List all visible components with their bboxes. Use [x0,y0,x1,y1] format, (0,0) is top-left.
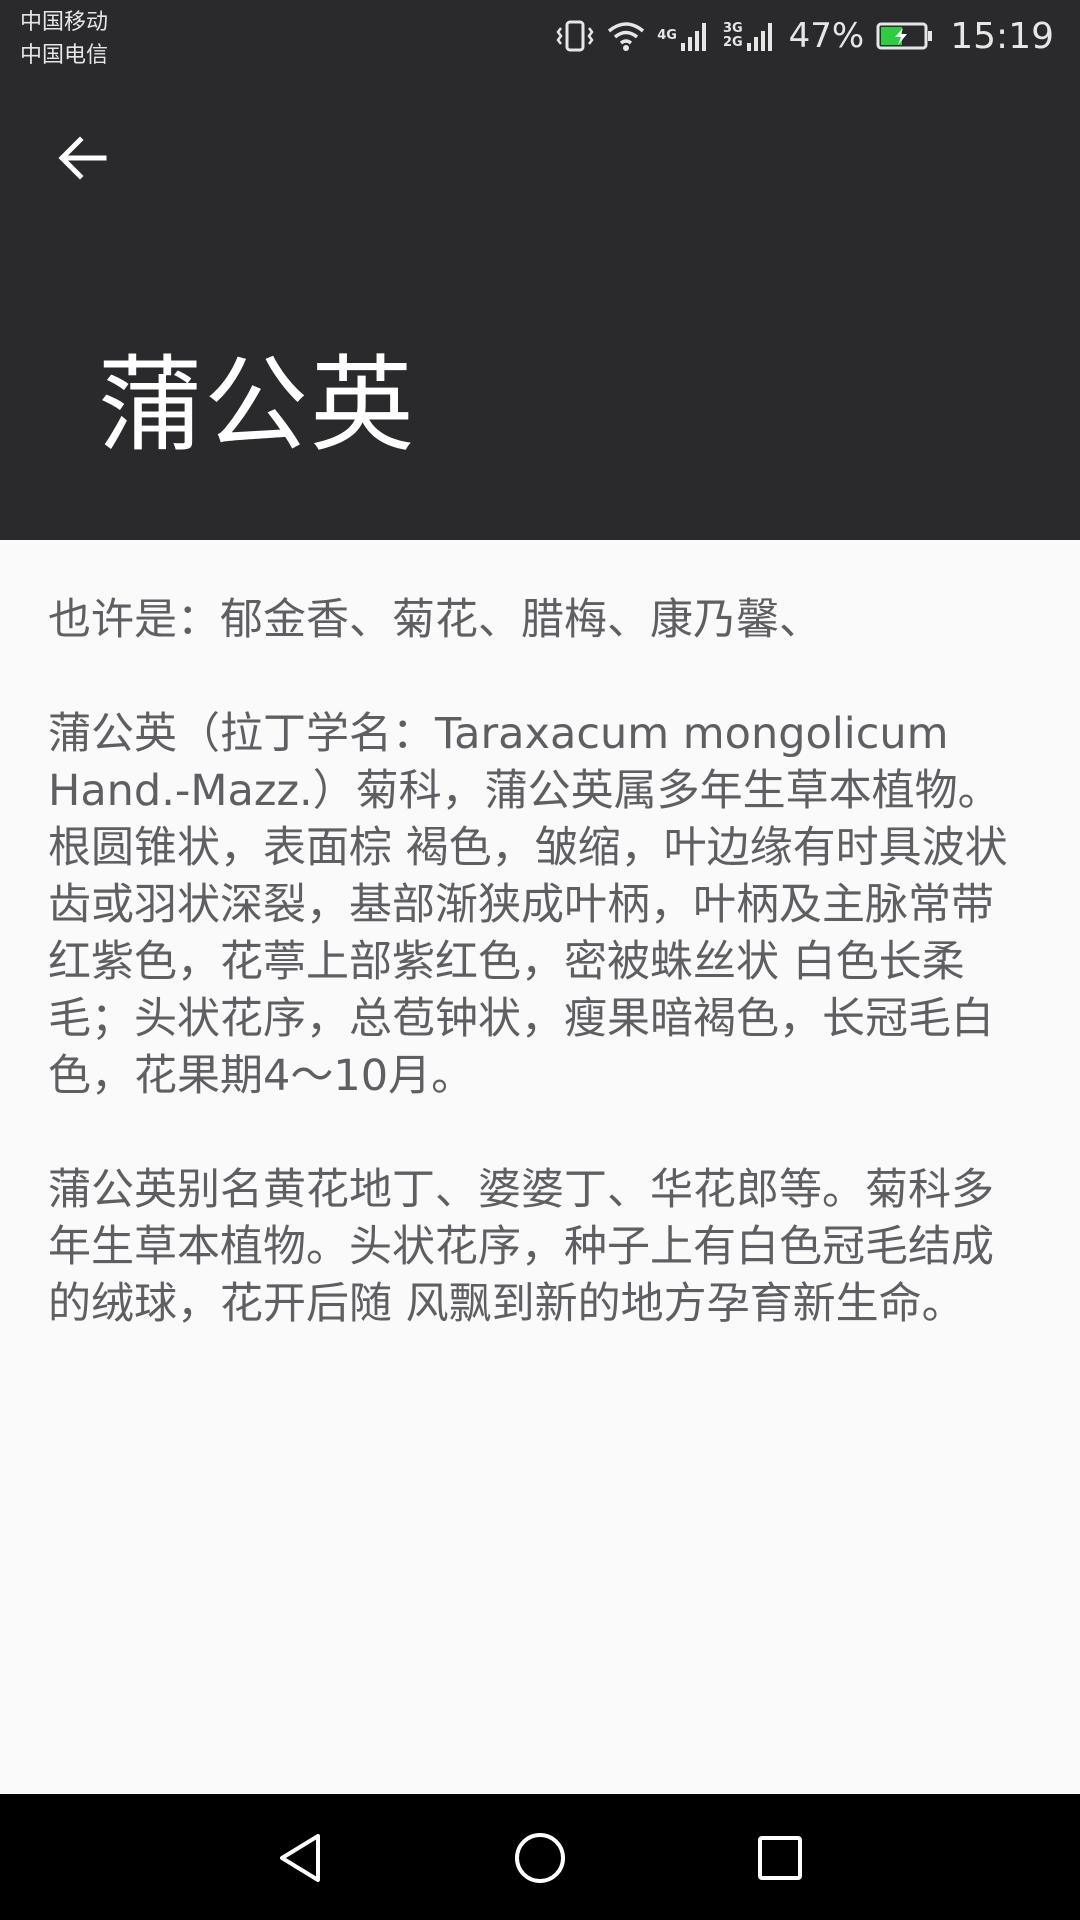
nav-recent-icon [758,1836,802,1880]
nav-back-icon [280,1834,320,1882]
possible-matches: 也许是：郁金香、菊花、腊梅、康乃馨、 [48,595,822,645]
arrow-left-icon [58,136,107,180]
nav-back-button[interactable] [264,1822,336,1894]
wifi-icon [607,20,645,52]
vibrate-icon [555,18,595,54]
page: 中国移动 中国电信 4G 3G 2G 47% 15:19 蒲公英 也许是：郁金香… [0,0,1080,1920]
nav-recent-button[interactable] [744,1822,816,1894]
back-button[interactable] [46,122,118,194]
description-paragraph-2: 蒲公英别名黄花地丁、婆婆丁、华花郎等。菊科多年生草本植物。头状花序，种子上有白色… [48,1165,994,1329]
carrier-2-label: 中国电信 [20,43,109,68]
carrier-info: 中国移动 中国电信 [20,6,108,72]
battery-charging-icon [876,21,934,51]
page-title: 蒲公英 [98,344,417,466]
carrier-1-label: 中国移动 [20,10,109,35]
nav-home-button[interactable] [504,1822,576,1894]
header: 中国移动 中国电信 4G 3G 2G 47% 15:19 蒲公英 [0,0,1080,540]
network-type-1: 4G [657,28,677,43]
battery-percent: 47% [788,16,865,56]
nav-home-icon [515,1833,565,1883]
clock: 15:19 [950,15,1054,57]
network-type-2: 3G 2G [722,21,743,50]
content: 也许是：郁金香、菊花、腊梅、康乃馨、 蒲公英（拉丁学名：Taraxacum mo… [48,592,1032,1390]
status-bar: 中国移动 中国电信 4G 3G 2G 47% 15:19 [0,0,1080,75]
description-paragraph-1: 蒲公英（拉丁学名：Taraxacum mongolicum Hand.-Mazz… [48,709,1008,1101]
status-icons: 4G 3G 2G 47% 15:19 [555,10,1054,62]
navigation-bar [0,1794,1080,1920]
signal-3g2g-icon: 3G 2G [723,19,777,53]
signal-4g-icon: 4G [657,19,711,53]
